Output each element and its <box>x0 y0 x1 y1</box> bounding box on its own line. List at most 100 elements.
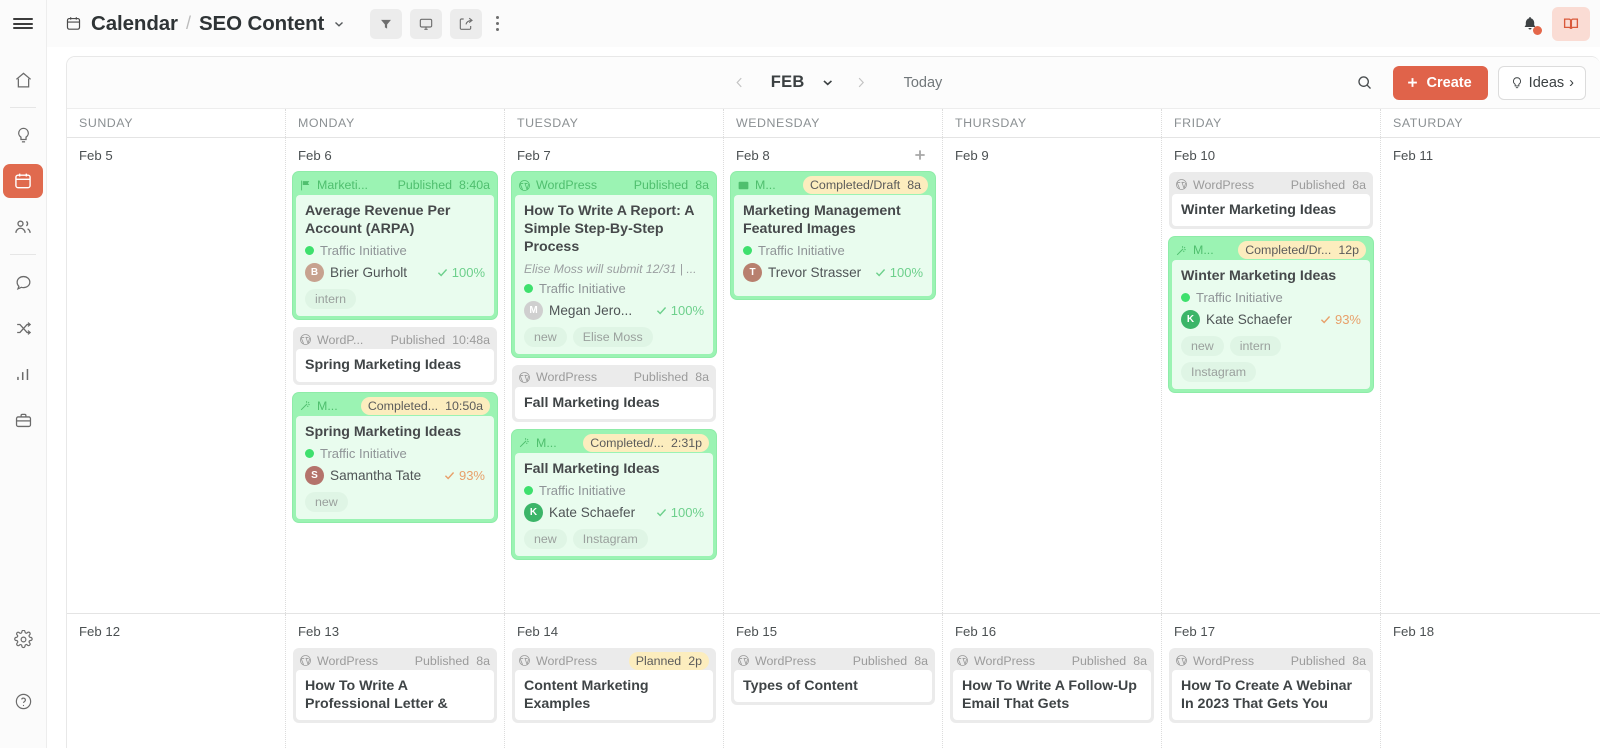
event-card[interactable]: M...Completed/...2:31pFall Marketing Ide… <box>512 430 716 559</box>
day-cell-feb-13[interactable]: Feb 13WordPressPublished8aHow To Write A… <box>286 614 505 748</box>
event-card-body: Average Revenue Per Account (ARPA)Traffi… <box>296 195 494 316</box>
tag-chip[interactable]: new <box>1181 336 1224 356</box>
day-cell-feb-6[interactable]: Feb 6Marketi...Published8:40aAverage Rev… <box>286 138 505 613</box>
prev-month-button[interactable] <box>725 68 755 98</box>
calendar-icon <box>65 15 82 32</box>
event-card[interactable]: WordP...Published10:48aSpring Marketing … <box>293 327 497 384</box>
tag-chip[interactable]: new <box>524 529 567 549</box>
breadcrumb-root[interactable]: Calendar <box>91 12 178 36</box>
completion-percent: 100% <box>436 265 485 280</box>
event-card[interactable]: WordPressPublished8aHow To Create A Webi… <box>1169 648 1373 723</box>
sidebar-item-home[interactable] <box>6 63 40 97</box>
event-title: Content Marketing Examples <box>524 677 704 713</box>
sidebar-item-ideas[interactable] <box>6 118 40 152</box>
event-card[interactable]: WordPressPublished8aWinter Marketing Ide… <box>1169 172 1373 229</box>
event-card[interactable]: M...Completed/Draft8aMarketing Managemen… <box>731 172 935 299</box>
event-title: Spring Marketing Ideas <box>305 423 485 441</box>
chevron-left-icon <box>732 75 747 90</box>
tag-chip[interactable]: intern <box>1230 336 1281 356</box>
add-event-button[interactable] <box>912 147 928 163</box>
day-cell-feb-17[interactable]: Feb 17WordPressPublished8aHow To Create … <box>1162 614 1381 748</box>
event-card-header: WordPressPlanned2p <box>515 651 713 670</box>
create-button[interactable]: Create <box>1393 66 1488 100</box>
event-card[interactable]: M...Completed/Dr...12pWinter Marketing I… <box>1169 237 1373 392</box>
tag-chip[interactable]: new <box>524 327 567 347</box>
day-number: Feb 17 <box>1169 614 1373 648</box>
sidebar-item-projects[interactable] <box>6 403 40 437</box>
day-cell-feb-14[interactable]: Feb 14WordPressPlanned2pContent Marketin… <box>505 614 724 748</box>
tag-chip[interactable]: new <box>305 492 348 512</box>
month-nav-group: FEB Today <box>725 68 943 98</box>
month-picker-button[interactable] <box>821 75 836 90</box>
event-title: Average Revenue Per Account (ARPA) <box>305 202 485 238</box>
event-time: 10:48a <box>452 333 490 347</box>
sidebar-item-messages[interactable] <box>6 265 40 299</box>
day-cell-feb-7[interactable]: Feb 7WordPressPublished8aHow To Write A … <box>505 138 724 613</box>
kebab-menu-icon[interactable] <box>486 9 508 39</box>
day-cell-feb-5[interactable]: Feb 5 <box>67 138 286 613</box>
tag-chip[interactable]: intern <box>305 289 356 309</box>
day-cell-feb-18[interactable]: Feb 18 <box>1381 614 1600 748</box>
campaign-color-dot <box>1181 293 1190 302</box>
hamburger-icon[interactable] <box>0 0 47 47</box>
sidebar-item-workflows[interactable] <box>6 311 40 345</box>
tag-chip[interactable]: Instagram <box>1181 362 1256 382</box>
sidebar-item-settings[interactable] <box>6 622 40 656</box>
check-icon <box>655 304 668 317</box>
event-card-body: How To Write A Follow-Up Email That Gets <box>953 670 1151 720</box>
share-button[interactable] <box>450 9 482 39</box>
event-card[interactable]: M...Completed...10:50aSpring Marketing I… <box>293 393 497 522</box>
rail-divider-2 <box>10 254 36 255</box>
event-source-label: WordPress <box>536 178 597 192</box>
next-month-button[interactable] <box>846 68 876 98</box>
help-icon <box>14 692 33 711</box>
event-card-header: WordP...Published10:48a <box>296 330 494 349</box>
event-card[interactable]: WordPressPublished8aHow To Write A Follo… <box>950 648 1154 723</box>
event-card[interactable]: WordPressPublished8aFall Marketing Ideas <box>512 365 716 422</box>
rail-divider <box>10 107 36 108</box>
day-cell-feb-9[interactable]: Feb 9 <box>943 138 1162 613</box>
sidebar-item-help[interactable] <box>6 684 40 718</box>
today-button[interactable]: Today <box>904 75 943 91</box>
event-source: M... <box>1175 243 1214 257</box>
event-card[interactable]: WordPressPlanned2p Content Marketing Exam… <box>512 648 716 723</box>
plus-icon <box>912 147 928 163</box>
day-cell-feb-11[interactable]: Feb 11 <box>1381 138 1600 613</box>
tag-chip[interactable]: Instagram <box>573 529 648 549</box>
event-source: WordPress <box>518 370 597 384</box>
status-label: Planned <box>636 654 681 668</box>
event-card[interactable]: WordPressPublished8aHow To Write A Repor… <box>512 172 716 357</box>
event-card-body: How To Create A Webinar In 2023 That Get… <box>1172 670 1370 720</box>
ideas-button[interactable]: Ideas › <box>1498 66 1586 100</box>
event-card-header: WordPressPublished8a <box>1172 651 1370 670</box>
day-cell-feb-10[interactable]: Feb 10WordPressPublished8aWinter Marketi… <box>1162 138 1381 613</box>
assignee-name: Kate Schaefer <box>1206 312 1292 327</box>
knowledge-base-button[interactable] <box>1552 7 1590 41</box>
chevron-down-icon[interactable] <box>332 17 346 31</box>
event-source-label: WordPress <box>974 654 1035 668</box>
event-source-label: WordPress <box>536 370 597 384</box>
day-cell-feb-16[interactable]: Feb 16WordPressPublished8aHow To Write A… <box>943 614 1162 748</box>
sidebar-item-calendar[interactable] <box>3 164 43 198</box>
sidebar-item-people[interactable] <box>6 210 40 244</box>
breadcrumb-current[interactable]: SEO Content <box>199 12 324 36</box>
event-time: 8a <box>695 178 709 192</box>
event-card[interactable]: WordPressPublished8aHow To Write A Profe… <box>293 648 497 723</box>
sidebar-item-analytics[interactable] <box>6 357 40 391</box>
day-cell-feb-8[interactable]: Feb 8M...Completed/Draft8aMarketing Mana… <box>724 138 943 613</box>
status-badge: Completed...10:50a <box>361 397 490 415</box>
completion-percent-value: 100% <box>452 265 485 280</box>
event-assignee-row: KKate Schaefer100% <box>524 503 704 522</box>
day-cell-feb-12[interactable]: Feb 12 <box>67 614 286 748</box>
briefcase-icon <box>14 411 33 430</box>
event-card[interactable]: Marketi...Published8:40aAverage Revenue … <box>293 172 497 319</box>
completion-percent-value: 100% <box>671 505 704 520</box>
day-cell-feb-15[interactable]: Feb 15WordPressPublished8aTypes of Conte… <box>724 614 943 748</box>
notifications-button[interactable] <box>1513 7 1547 41</box>
filter-button[interactable] <box>370 9 402 39</box>
display-button[interactable] <box>410 9 442 39</box>
tag-chip[interactable]: Elise Moss <box>573 327 653 347</box>
event-card[interactable]: WordPressPublished8aTypes of Content <box>731 648 935 705</box>
status-badge: Planned2p <box>629 652 709 670</box>
search-button[interactable] <box>1349 67 1381 99</box>
